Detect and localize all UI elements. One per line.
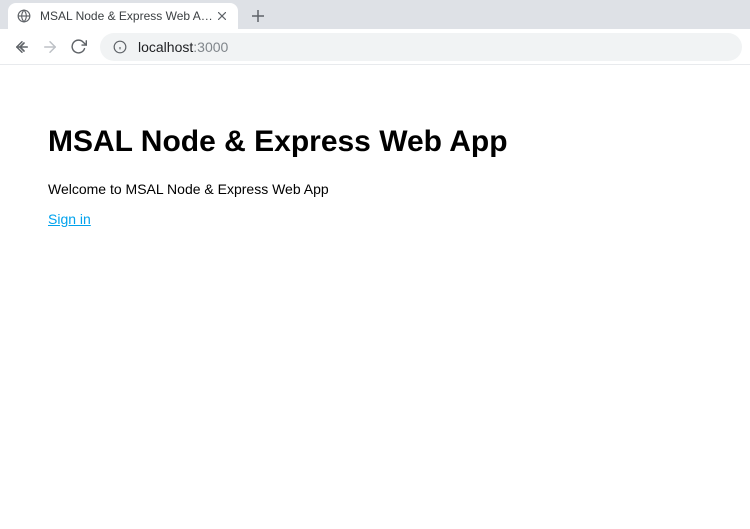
close-icon[interactable]: [214, 8, 230, 24]
address-bar[interactable]: localhost:3000: [100, 33, 742, 61]
page-content: MSAL Node & Express Web App Welcome to M…: [0, 65, 750, 229]
info-icon[interactable]: [112, 39, 128, 55]
new-tab-button[interactable]: [244, 3, 272, 29]
back-button-real[interactable]: [8, 33, 36, 61]
welcome-text: Welcome to MSAL Node & Express Web App: [48, 181, 702, 197]
url-port: :3000: [193, 39, 228, 55]
signin-link[interactable]: Sign in: [48, 211, 91, 227]
tab-title: MSAL Node & Express Web App: [40, 9, 214, 23]
browser-toolbar: localhost:3000: [0, 29, 750, 65]
browser-tab[interactable]: MSAL Node & Express Web App: [8, 3, 238, 29]
reload-button[interactable]: [64, 33, 92, 61]
globe-icon: [16, 8, 32, 24]
forward-button[interactable]: [36, 33, 64, 61]
url-host: localhost: [138, 39, 193, 55]
page-title: MSAL Node & Express Web App: [48, 125, 702, 159]
browser-tab-strip: MSAL Node & Express Web App: [0, 0, 750, 29]
